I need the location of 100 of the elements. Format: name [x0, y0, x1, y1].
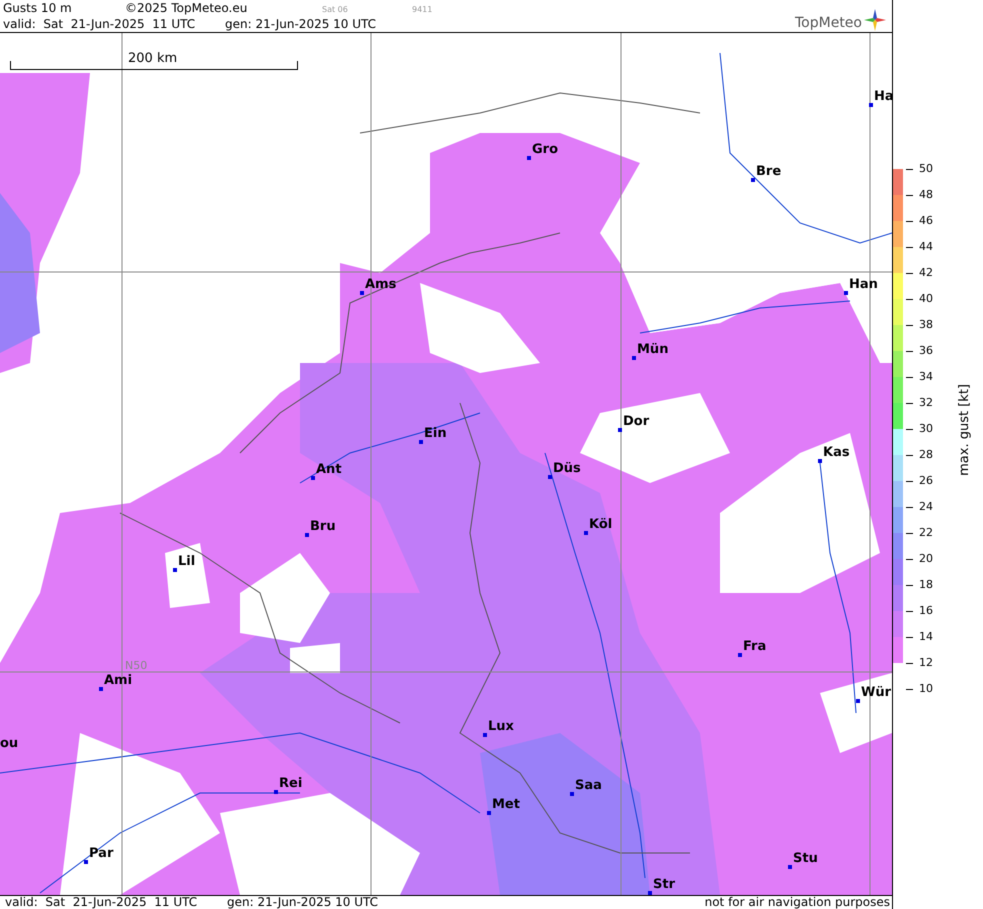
tick-mark — [906, 377, 913, 378]
tick-label: 24 — [919, 500, 933, 514]
city-marker-icon — [99, 687, 103, 691]
tick-label: 46 — [919, 214, 933, 228]
city-marker-icon — [584, 531, 588, 535]
valid-time: valid: Sat 21-Jun-2025 11 UTC — [5, 896, 198, 909]
city-label: Bru — [310, 519, 336, 535]
city-marker-icon — [570, 792, 574, 796]
tick-mark — [906, 455, 913, 456]
city-label: Gro — [532, 142, 558, 158]
tick-mark — [906, 663, 913, 664]
tick-label: 32 — [919, 396, 933, 410]
tick-mark — [906, 429, 913, 430]
tick-mark — [906, 507, 913, 508]
tick-label: 50 — [919, 162, 933, 176]
city-label: Wür — [861, 685, 892, 701]
city-label: Saa — [575, 778, 602, 794]
city-label: ou — [0, 736, 18, 752]
tick-label: 38 — [919, 318, 933, 332]
city-marker-icon — [483, 733, 487, 737]
tick-label: 36 — [919, 344, 933, 358]
tick-label: 18 — [919, 578, 933, 592]
city-label: Stu — [793, 851, 818, 867]
city-marker-icon — [274, 790, 278, 794]
tick-mark — [906, 585, 913, 586]
map-title: Gusts 10 m — [3, 0, 73, 16]
tick-mark — [906, 273, 913, 274]
tick-label: 42 — [919, 266, 933, 280]
valid-time: valid: Sat 21-Jun-2025 11 UTC — [3, 16, 196, 32]
city-label: Rei — [279, 776, 302, 792]
logo-text: TopMeteo — [795, 15, 862, 31]
run-label: Sat 06 — [322, 4, 349, 16]
tick-mark — [906, 481, 913, 482]
city-marker-icon — [632, 356, 636, 360]
latitude-label: N50 — [125, 659, 148, 672]
city-label: Lil — [178, 554, 196, 570]
disclaimer-text: not for air navigation purposes — [704, 896, 890, 909]
city-marker-icon — [419, 440, 423, 444]
city-marker-icon — [818, 459, 822, 463]
tick-label: 16 — [919, 604, 933, 618]
tick-mark — [906, 403, 913, 404]
city-label: Düs — [553, 461, 581, 477]
city-marker-icon — [618, 428, 622, 432]
city-marker-icon — [487, 811, 491, 815]
tick-mark — [906, 195, 913, 196]
city-marker-icon — [548, 475, 552, 479]
run-code: 9411 — [412, 4, 432, 16]
tick-mark — [906, 637, 913, 638]
city-marker-icon — [173, 568, 177, 572]
city-marker-icon — [648, 891, 652, 895]
tick-label: 48 — [919, 188, 933, 202]
tick-mark — [906, 247, 913, 248]
tick-mark — [906, 221, 913, 222]
city-label: Han — [849, 277, 878, 293]
city-label: Köl — [589, 517, 612, 533]
city-marker-icon — [84, 860, 88, 864]
scale-label: 200 km — [128, 51, 178, 66]
city-label: Lux — [488, 719, 514, 735]
city-label: Ami — [104, 673, 132, 689]
tick-label: 30 — [919, 422, 933, 436]
city-label: Par — [89, 846, 114, 862]
tick-label: 40 — [919, 292, 933, 306]
tick-mark — [906, 611, 913, 612]
city-marker-icon — [305, 533, 309, 537]
copyright-text: ©2025 TopMeteo.eu — [125, 0, 248, 16]
tick-label: 44 — [919, 240, 933, 254]
tick-label: 20 — [919, 552, 933, 566]
tick-mark — [906, 299, 913, 300]
legend-title: max. gust [kt] — [957, 384, 972, 476]
tick-mark — [906, 351, 913, 352]
tick-label: 28 — [919, 448, 933, 462]
tick-mark — [906, 325, 913, 326]
city-label: Str — [653, 877, 675, 893]
city-label: Fra — [743, 639, 766, 655]
city-marker-icon — [869, 103, 873, 107]
city-marker-icon — [311, 476, 315, 480]
tick-mark — [906, 533, 913, 534]
generated-time: gen: 21-Jun-2025 10 UTC — [227, 896, 378, 909]
compass-star-icon — [864, 9, 886, 31]
city-label: Dor — [623, 414, 650, 430]
tick-label: 22 — [919, 526, 933, 540]
tick-mark — [906, 689, 913, 690]
city-label: Kas — [823, 445, 850, 461]
generated-time: gen: 21-Jun-2025 10 UTC — [225, 16, 376, 32]
city-marker-icon — [527, 156, 531, 160]
tick-label: 12 — [919, 656, 933, 670]
tick-mark — [906, 559, 913, 560]
city-label: Ein — [424, 426, 447, 442]
tick-label: 14 — [919, 630, 933, 644]
city-marker-icon — [844, 291, 848, 295]
city-marker-icon — [738, 653, 742, 657]
tick-label: 26 — [919, 474, 933, 488]
city-marker-icon — [788, 865, 792, 869]
city-marker-icon — [856, 699, 860, 703]
tick-mark — [906, 169, 913, 170]
city-marker-icon — [751, 178, 755, 182]
city-label: Met — [492, 797, 520, 813]
city-marker-icon — [360, 291, 364, 295]
tick-label: 34 — [919, 370, 933, 384]
city-label: Mün — [637, 342, 668, 358]
